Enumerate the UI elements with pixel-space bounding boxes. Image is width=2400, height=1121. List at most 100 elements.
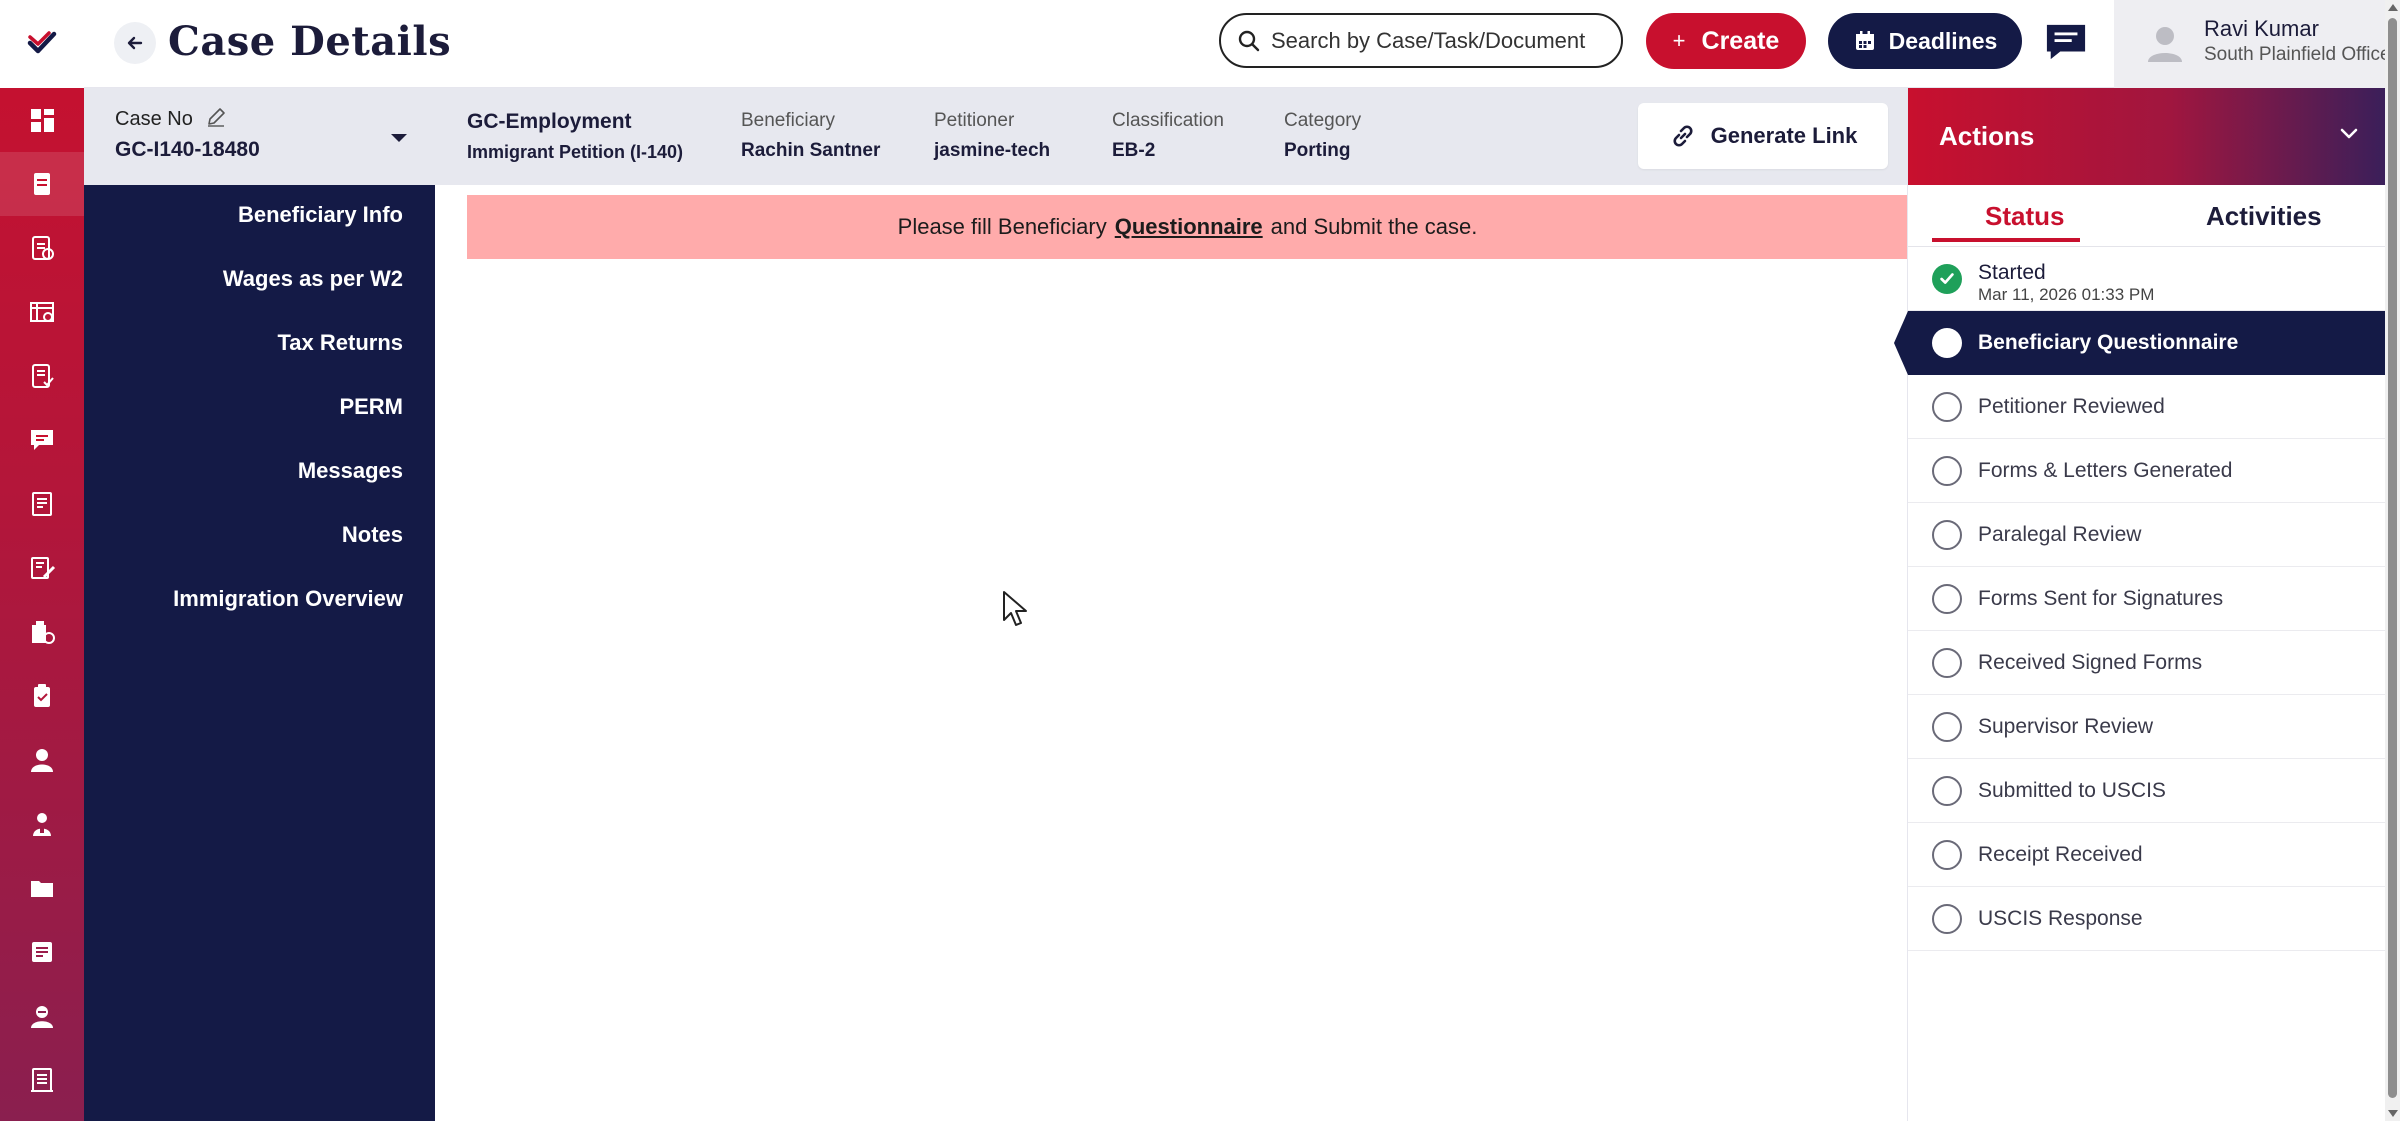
rail-item-documents[interactable] bbox=[0, 216, 84, 280]
back-button[interactable] bbox=[114, 22, 156, 64]
status-step[interactable]: USCIS Response bbox=[1908, 887, 2386, 951]
case-dropdown-caret-icon[interactable] bbox=[388, 130, 410, 146]
user-name: Ravi Kumar bbox=[2204, 16, 2319, 41]
rail-item-people[interactable] bbox=[0, 792, 84, 856]
top-header: Case Details + Create bbox=[84, 0, 2400, 88]
step-label: USCIS Response bbox=[1978, 906, 2143, 930]
petitioner-field: Petitioner jasmine-tech bbox=[934, 110, 1050, 162]
actions-header[interactable]: Actions bbox=[1908, 88, 2386, 185]
scroll-up-arrow-icon[interactable] bbox=[2388, 4, 2398, 11]
rail-item-org-doc[interactable] bbox=[0, 600, 84, 664]
status-circle-icon bbox=[1932, 391, 1962, 422]
field-value: Porting bbox=[1284, 140, 1351, 161]
status-step[interactable]: Paralegal Review bbox=[1908, 503, 2386, 567]
chevron-down-icon[interactable] bbox=[2338, 126, 2360, 142]
status-circle-icon bbox=[1932, 711, 1962, 742]
plus-icon: + bbox=[1672, 28, 1686, 53]
deadlines-button[interactable]: Deadlines bbox=[1828, 13, 2022, 69]
step-label: Started bbox=[1978, 261, 2046, 284]
messages-button[interactable] bbox=[2042, 20, 2090, 64]
step-timestamp: Mar 11, 2026 01:33 PM bbox=[1978, 285, 2155, 304]
status-step[interactable]: Receipt Received bbox=[1908, 823, 2386, 887]
user-office: South Plainfield Office bbox=[2204, 44, 2391, 65]
nav-item-perm[interactable]: PERM bbox=[339, 394, 403, 420]
edit-doc-icon bbox=[31, 557, 56, 579]
rail-item-person[interactable] bbox=[0, 728, 84, 792]
rail-item-book[interactable] bbox=[0, 472, 84, 536]
contact-icon bbox=[31, 1006, 53, 1028]
status-step[interactable]: Forms Sent for Signatures bbox=[1908, 567, 2386, 631]
status-step[interactable]: Received Signed Forms bbox=[1908, 631, 2386, 695]
avatar-icon bbox=[2148, 27, 2182, 62]
step-label: Forms Sent for Signatures bbox=[1978, 586, 2224, 610]
calendar-icon bbox=[1855, 31, 1874, 50]
rail-item-contact[interactable] bbox=[0, 984, 84, 1048]
documents-icon bbox=[32, 236, 54, 260]
checklist-icon bbox=[32, 364, 54, 388]
people-icon bbox=[33, 813, 51, 836]
status-circle-icon bbox=[1932, 583, 1962, 614]
step-label: Forms & Letters Generated bbox=[1978, 458, 2233, 482]
actions-panel: Actions Status Activities Started Mar 11,… bbox=[1894, 88, 2386, 1121]
chat-icon bbox=[31, 430, 53, 450]
generate-link-button[interactable]: Generate Link bbox=[1638, 103, 1888, 169]
tab-status[interactable]: Status bbox=[1985, 201, 2064, 232]
step-label: Supervisor Review bbox=[1978, 714, 2154, 738]
scroll-thumb[interactable] bbox=[2388, 18, 2397, 1098]
field-label: Beneficiary bbox=[741, 110, 835, 131]
search-icon bbox=[1238, 30, 1260, 51]
rail-item-chat[interactable] bbox=[0, 408, 84, 472]
status-step[interactable]: Supervisor Review bbox=[1908, 695, 2386, 759]
step-label: Petitioner Reviewed bbox=[1978, 394, 2165, 418]
search-input[interactable] bbox=[1271, 27, 1601, 54]
nav-item-messages[interactable]: Messages bbox=[298, 458, 403, 484]
rail-item-edit-doc[interactable] bbox=[0, 536, 84, 600]
app-logo[interactable] bbox=[0, 0, 84, 88]
create-button[interactable]: + Create bbox=[1646, 13, 1806, 69]
classification-field: Classification EB-2 bbox=[1112, 110, 1224, 162]
beneficiary-field: Beneficiary Rachin Santner bbox=[741, 110, 880, 162]
rail-item-cases[interactable] bbox=[0, 152, 84, 216]
rail-item-clipboard[interactable] bbox=[0, 664, 84, 728]
nav-item-tax-returns[interactable]: Tax Returns bbox=[277, 330, 403, 356]
page-scrollbar[interactable] bbox=[2385, 0, 2400, 1121]
book-icon bbox=[32, 492, 52, 516]
status-step[interactable]: Petitioner Reviewed bbox=[1908, 375, 2386, 439]
rail-item-dashboard[interactable] bbox=[0, 88, 84, 152]
folder-icon bbox=[31, 881, 53, 897]
scroll-down-arrow-icon[interactable] bbox=[2388, 1110, 2398, 1117]
rail-item-note[interactable] bbox=[0, 920, 84, 984]
status-step[interactable]: Started Mar 11, 2026 01:33 PM bbox=[1908, 247, 2386, 311]
page-title: Case Details bbox=[168, 18, 452, 65]
nav-item-immigration-overview[interactable]: Immigration Overview bbox=[173, 586, 403, 612]
category-field: Category Porting bbox=[1284, 110, 1361, 162]
user-menu[interactable]: Ravi Kumar South Plainfield Office bbox=[2114, 0, 2400, 88]
status-step[interactable]: Beneficiary Questionnaire bbox=[1894, 311, 2386, 375]
rail-item-checklist[interactable] bbox=[0, 344, 84, 408]
cases-icon bbox=[34, 173, 50, 195]
status-step[interactable]: Submitted to USCIS bbox=[1908, 759, 2386, 823]
deadlines-label: Deadlines bbox=[1888, 27, 1998, 54]
nav-item-wages-w2[interactable]: Wages as per W2 bbox=[223, 266, 403, 292]
note-icon bbox=[32, 942, 52, 962]
field-label: Petitioner bbox=[934, 110, 1015, 131]
search-box[interactable] bbox=[1219, 13, 1623, 68]
pencil-icon[interactable] bbox=[205, 106, 227, 128]
tab-activities[interactable]: Activities bbox=[2206, 201, 2322, 232]
org-doc-icon bbox=[32, 621, 55, 644]
case-info-bar: Case No GC-I140-18480 GC-Employment Immi… bbox=[84, 88, 1907, 185]
status-step[interactable]: Forms & Letters Generated bbox=[1908, 439, 2386, 503]
questionnaire-link[interactable]: Questionnaire bbox=[1115, 214, 1263, 240]
mouse-pointer-icon bbox=[1003, 591, 1027, 626]
step-label: Paralegal Review bbox=[1978, 522, 2142, 546]
field-value: jasmine-tech bbox=[934, 140, 1051, 161]
rail-item-folder[interactable] bbox=[0, 856, 84, 920]
status-circle-icon bbox=[1932, 519, 1962, 550]
status-circle-icon bbox=[1932, 903, 1962, 934]
nav-item-notes[interactable]: Notes bbox=[342, 522, 403, 548]
nav-item-beneficiary-info[interactable]: Beneficiary Info bbox=[238, 202, 403, 228]
rail-item-ledger[interactable] bbox=[0, 1048, 84, 1112]
current-step-pointer bbox=[1894, 311, 1908, 375]
case-type-title: GC-Employment bbox=[467, 110, 632, 133]
rail-item-forms[interactable] bbox=[0, 280, 84, 344]
